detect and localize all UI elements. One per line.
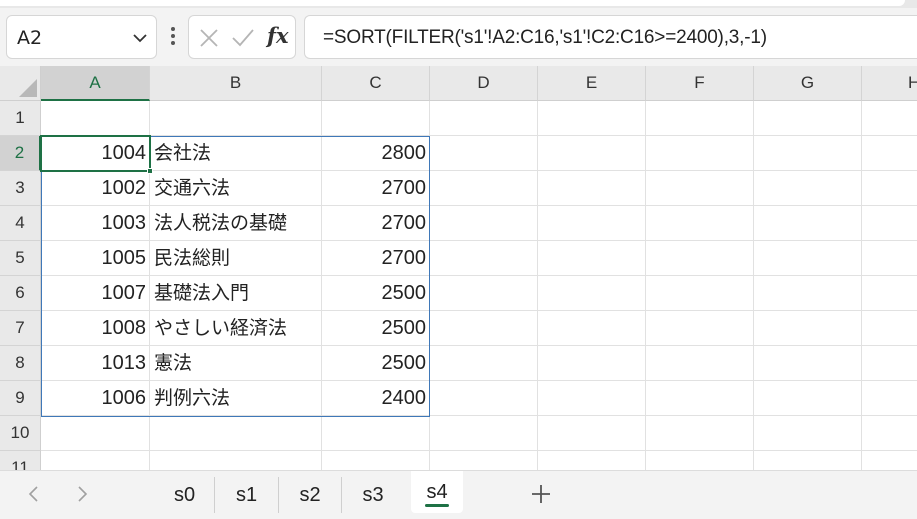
column-header-e[interactable]: E	[538, 66, 646, 101]
cell-a6[interactable]: 1007	[41, 276, 150, 311]
row-header-7[interactable]: 7	[0, 311, 41, 346]
cell-a7[interactable]: 1008	[41, 311, 150, 346]
cell-b2[interactable]: 会社法	[150, 136, 322, 171]
formula-bar: A2 fx =SORT(FILTER('s1'!A2:C16,'s1'!C2:C…	[0, 8, 917, 66]
cell-c6[interactable]: 2500	[322, 276, 430, 311]
cell-b7[interactable]: やさしい経済法	[150, 311, 322, 346]
cell-b6[interactable]: 基礎法入門	[150, 276, 322, 311]
cell-c8[interactable]: 2500	[322, 346, 430, 381]
sheet-tab-s1[interactable]: s1	[215, 477, 279, 513]
cell-c9[interactable]: 2400	[322, 381, 430, 416]
sheet-tab-s3[interactable]: s3	[342, 477, 404, 513]
cell-c7[interactable]: 2500	[322, 311, 430, 346]
worksheet-grid[interactable]: A B C D E F G H 1 2 3 4 5 6 7 8 9 10 11 …	[0, 66, 917, 470]
row-header-4[interactable]: 4	[0, 206, 41, 241]
row-header-11[interactable]: 11	[0, 451, 41, 470]
sheet-tab-s4-label: s4	[426, 481, 448, 503]
cell-a9[interactable]: 1006	[41, 381, 150, 416]
chevron-right-icon[interactable]	[72, 483, 92, 505]
sheet-tab-bar: s0 s1 s2 s3 s4	[0, 470, 917, 519]
formula-input[interactable]: =SORT(FILTER('s1'!A2:C16,'s1'!C2:C16>=24…	[304, 15, 917, 59]
cell-b8[interactable]: 憲法	[150, 346, 322, 381]
ribbon-edge	[0, 0, 905, 6]
enter-check-icon[interactable]	[231, 28, 255, 48]
gridline	[41, 450, 917, 451]
cell-c5[interactable]: 2700	[322, 241, 430, 276]
name-box[interactable]: A2	[6, 15, 157, 59]
sheet-tab-s0[interactable]: s0	[155, 477, 215, 513]
chevron-left-icon[interactable]	[24, 483, 44, 505]
column-header-h[interactable]: H	[862, 66, 917, 101]
select-all-corner[interactable]	[0, 66, 41, 101]
column-header-f[interactable]: F	[646, 66, 754, 101]
active-tab-underline	[425, 504, 449, 507]
column-header-b[interactable]: B	[150, 66, 322, 101]
row-header-9[interactable]: 9	[0, 381, 41, 416]
cell-a2[interactable]: 1004	[41, 136, 150, 171]
insert-function-icon[interactable]: fx	[267, 23, 289, 48]
cell-a5[interactable]: 1005	[41, 241, 150, 276]
cell-b4[interactable]: 法人税法の基礎	[150, 206, 322, 241]
cell-c4[interactable]: 2700	[322, 206, 430, 241]
cell-a3[interactable]: 1002	[41, 171, 150, 206]
cell-b5[interactable]: 民法総則	[150, 241, 322, 276]
chevron-down-icon[interactable]	[132, 30, 148, 46]
column-header-g[interactable]: G	[754, 66, 862, 101]
formula-actions: fx	[188, 15, 296, 59]
title-strip	[0, 0, 917, 8]
row-header-3[interactable]: 3	[0, 171, 41, 206]
sheet-tab-s4[interactable]: s4	[411, 471, 463, 513]
cell-a4[interactable]: 1003	[41, 206, 150, 241]
cell-c2[interactable]: 2800	[322, 136, 430, 171]
sheet-tab-s2[interactable]: s2	[279, 477, 342, 513]
column-header-d[interactable]: D	[430, 66, 538, 101]
name-box-value: A2	[17, 27, 43, 49]
add-sheet-icon[interactable]	[528, 481, 554, 507]
more-options-icon[interactable]	[166, 24, 180, 48]
cell-c3[interactable]: 2700	[322, 171, 430, 206]
row-header-8[interactable]: 8	[0, 346, 41, 381]
select-all-triangle-icon	[19, 79, 37, 97]
row-header-1[interactable]: 1	[0, 101, 41, 136]
cancel-icon[interactable]	[199, 28, 219, 48]
formula-text: =SORT(FILTER('s1'!A2:C16,'s1'!C2:C16>=24…	[323, 27, 767, 48]
cell-a8[interactable]: 1013	[41, 346, 150, 381]
row-header-6[interactable]: 6	[0, 276, 41, 311]
cell-b9[interactable]: 判例六法	[150, 381, 322, 416]
column-header-a[interactable]: A	[41, 66, 150, 101]
cell-b3[interactable]: 交通六法	[150, 171, 322, 206]
column-header-c[interactable]: C	[322, 66, 430, 101]
row-header-2[interactable]: 2	[0, 136, 41, 171]
row-header-10[interactable]: 10	[0, 416, 41, 451]
row-header-5[interactable]: 5	[0, 241, 41, 276]
